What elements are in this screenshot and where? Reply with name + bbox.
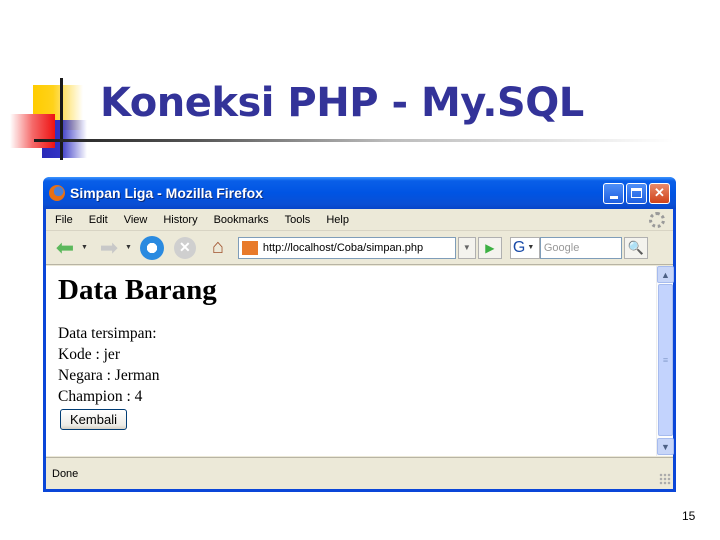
saved-label: Data tersimpan: [58, 325, 157, 342]
browser-body: File Edit View History Bookmarks Tools H… [46, 209, 674, 489]
forward-button[interactable]: ➡ [96, 234, 122, 260]
search-input[interactable]: Google [539, 236, 622, 259]
google-icon: G [512, 238, 526, 256]
grip-icon: ≡ [662, 355, 669, 365]
minimize-icon [609, 195, 618, 199]
chevron-down-icon: ▼ [661, 441, 670, 452]
menu-tools[interactable]: Tools [285, 214, 311, 226]
slide-title: Koneksi PHP - My.SQL [100, 80, 584, 126]
scroll-thumb[interactable]: ≡ [658, 284, 673, 436]
menu-help[interactable]: Help [326, 214, 349, 226]
page-heading: Data Barang [58, 274, 217, 306]
chevron-up-icon: ▲ [661, 269, 670, 280]
vertical-scrollbar[interactable]: ▲ ≡ ▼ [656, 266, 674, 456]
page-content: Data Barang Data tersimpan: Kode : jer N… [46, 266, 656, 456]
stop-icon: ✕ [179, 239, 191, 255]
forward-history-dropdown[interactable]: ▼ [125, 244, 132, 251]
back-history-dropdown[interactable]: ▼ [81, 244, 88, 251]
kode-line: Kode : jer [58, 346, 120, 363]
title-underline [34, 139, 674, 142]
back-arrow-icon: ⬅ [55, 234, 75, 260]
chevron-down-icon: ▼ [527, 244, 535, 251]
firefox-icon [49, 185, 65, 201]
back-button[interactable]: ⬅ [52, 234, 78, 260]
decoration-red-square [10, 114, 55, 148]
champion-line: Champion : 4 [58, 388, 143, 405]
maximize-button[interactable] [626, 182, 647, 204]
window-title: Simpan Liga - Mozilla Firefox [70, 185, 263, 201]
browser-window: Simpan Liga - Mozilla Firefox ✕ File Edi… [43, 177, 676, 492]
status-text: Done [52, 467, 79, 480]
url-history-dropdown[interactable]: ▼ [457, 236, 476, 259]
address-bar[interactable]: http://localhost/Coba/simpan.php [237, 236, 456, 259]
reload-button[interactable] [139, 235, 164, 260]
home-icon: ⌂ [211, 236, 224, 258]
navigation-toolbar: ⬅ ▼ ➡ ▼ ✕ ⌂ http://localhost/Coba/simpan… [46, 231, 673, 265]
go-arrow-icon: ▶ [485, 240, 495, 255]
throbber-icon [649, 212, 665, 228]
search-engine-selector[interactable]: G ▼ [509, 236, 540, 259]
resize-grip-icon[interactable] [659, 473, 671, 485]
search-button[interactable]: 🔍 [623, 236, 648, 259]
scroll-down-button[interactable]: ▼ [657, 438, 674, 455]
menu-edit[interactable]: Edit [89, 214, 108, 226]
maximize-icon [631, 188, 642, 198]
negara-line: Negara : Jerman [58, 367, 160, 384]
url-text[interactable]: http://localhost/Coba/simpan.php [263, 242, 423, 254]
slide-decoration [0, 70, 110, 170]
stop-button[interactable]: ✕ [173, 236, 196, 259]
menu-bar: File Edit View History Bookmarks Tools H… [46, 209, 673, 231]
home-button[interactable]: ⌂ [206, 236, 230, 259]
go-button[interactable]: ▶ [477, 236, 502, 259]
close-button[interactable]: ✕ [649, 182, 670, 204]
title-bar[interactable]: Simpan Liga - Mozilla Firefox ✕ [43, 177, 676, 209]
decoration-vertical-line [60, 78, 63, 160]
menu-view[interactable]: View [124, 214, 148, 226]
status-bar: Done [46, 457, 673, 489]
forward-arrow-icon: ➡ [99, 234, 119, 260]
minimize-button[interactable] [603, 182, 624, 204]
menu-history[interactable]: History [163, 214, 197, 226]
menu-bookmarks[interactable]: Bookmarks [214, 214, 269, 226]
kembali-button[interactable]: Kembali [60, 409, 127, 430]
magnifier-icon: 🔍 [627, 239, 644, 255]
menu-file[interactable]: File [55, 214, 73, 226]
slide-number: 15 [682, 509, 696, 523]
site-favicon-icon [241, 240, 258, 255]
scroll-up-button[interactable]: ▲ [657, 266, 674, 283]
close-icon: ✕ [654, 185, 665, 200]
